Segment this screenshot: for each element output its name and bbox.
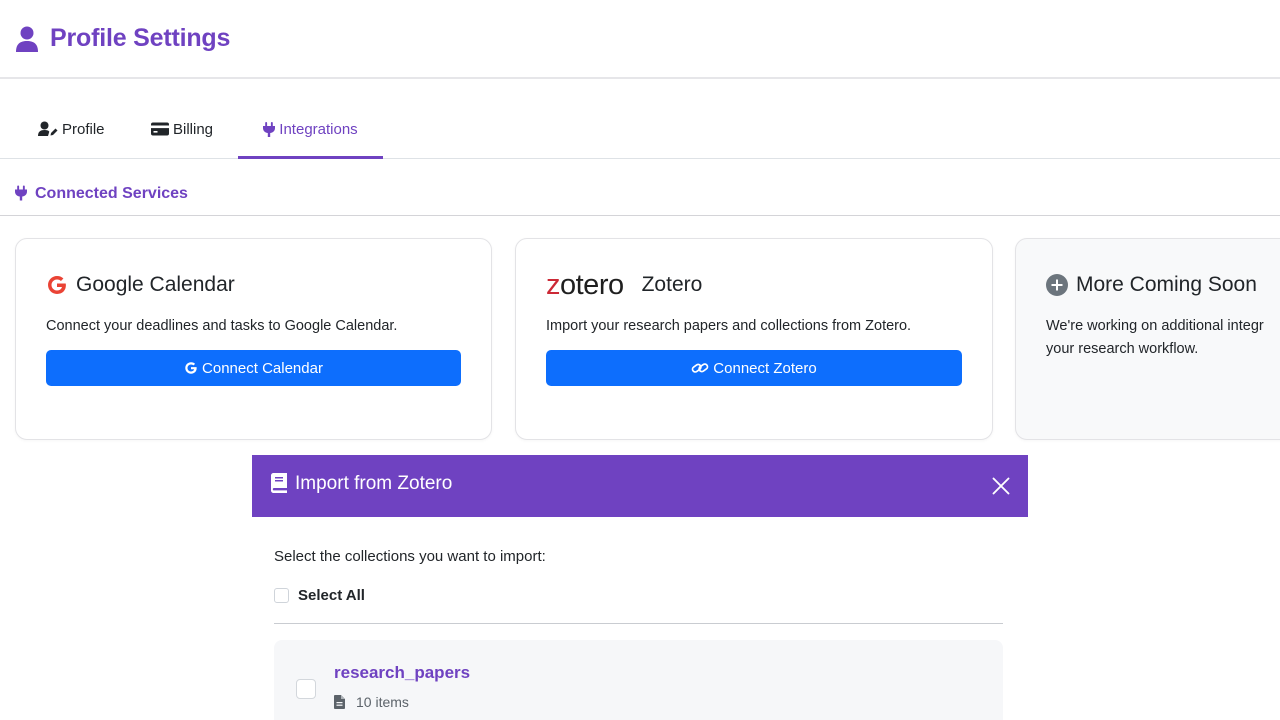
tab-profile[interactable]: Profile xyxy=(38,100,105,158)
zotero-card: zotero Zotero Import your research paper… xyxy=(515,238,993,440)
description-line: We're working on additional integr xyxy=(1046,318,1264,334)
section-title: Connected Services xyxy=(35,185,188,202)
page-header: Profile Settings xyxy=(0,0,1280,79)
settings-tabs: Profile Billing Integrations xyxy=(0,100,1280,159)
button-label: Connect Calendar xyxy=(202,359,323,377)
google-calendar-card: Google Calendar Connect your deadlines a… xyxy=(15,238,492,440)
user-icon xyxy=(16,26,38,52)
collection-checkbox[interactable] xyxy=(296,679,316,699)
link-icon xyxy=(691,361,709,375)
collection-count-text: 10 items xyxy=(356,694,409,710)
credit-card-icon xyxy=(151,122,169,136)
card-title-text: Google Calendar xyxy=(76,273,235,296)
book-icon xyxy=(271,473,287,498)
tab-label: Profile xyxy=(62,120,105,138)
card-title: zotero Zotero xyxy=(546,268,703,301)
file-icon xyxy=(334,695,345,709)
select-all-checkbox[interactable]: Select All xyxy=(274,587,365,604)
google-icon xyxy=(184,361,198,375)
zotero-logo: zotero xyxy=(546,268,624,301)
collection-name: research_papers xyxy=(334,663,471,682)
card-title: Google Calendar xyxy=(46,271,235,299)
google-icon xyxy=(48,276,66,294)
card-description: We're working on additional integr your … xyxy=(1046,315,1264,361)
select-all-label: Select All xyxy=(298,587,365,604)
tab-label: Billing xyxy=(173,120,214,138)
plus-circle-icon xyxy=(1046,274,1068,296)
collection-item[interactable]: research_papers 10 items xyxy=(274,640,1003,720)
user-pen-icon xyxy=(38,121,58,137)
modal-title: Import from Zotero xyxy=(295,473,453,494)
connected-services-heading: Connected Services xyxy=(0,180,1280,216)
checkbox[interactable] xyxy=(274,588,289,603)
connect-calendar-button[interactable]: Connect Calendar xyxy=(46,350,461,386)
card-title-text: Zotero xyxy=(641,273,703,296)
description-line: your research workflow. xyxy=(1046,341,1199,357)
plug-icon xyxy=(15,185,27,206)
card-title-text: More Coming Soon xyxy=(1076,273,1257,296)
tab-label: Integrations xyxy=(279,120,358,138)
tab-integrations[interactable]: Integrations xyxy=(238,100,383,159)
close-icon[interactable] xyxy=(989,474,1013,498)
collection-count: 10 items xyxy=(334,694,409,710)
page-title: Profile Settings xyxy=(50,24,231,52)
import-modal-header: Import from Zotero xyxy=(252,455,1028,517)
card-description: Import your research papers and collecti… xyxy=(546,318,912,334)
more-coming-soon-card: More Coming Soon We're working on additi… xyxy=(1015,238,1280,440)
card-title: More Coming Soon xyxy=(1046,271,1257,299)
modal-prompt: Select the collections you want to impor… xyxy=(274,548,546,565)
connect-zotero-button[interactable]: Connect Zotero xyxy=(546,350,962,386)
divider xyxy=(274,623,1003,624)
tab-billing[interactable]: Billing xyxy=(151,100,213,158)
import-modal-body: Select the collections you want to impor… xyxy=(252,517,1028,720)
card-description: Connect your deadlines and tasks to Goog… xyxy=(46,318,398,334)
button-label: Connect Zotero xyxy=(713,359,817,377)
plug-icon xyxy=(263,121,276,137)
